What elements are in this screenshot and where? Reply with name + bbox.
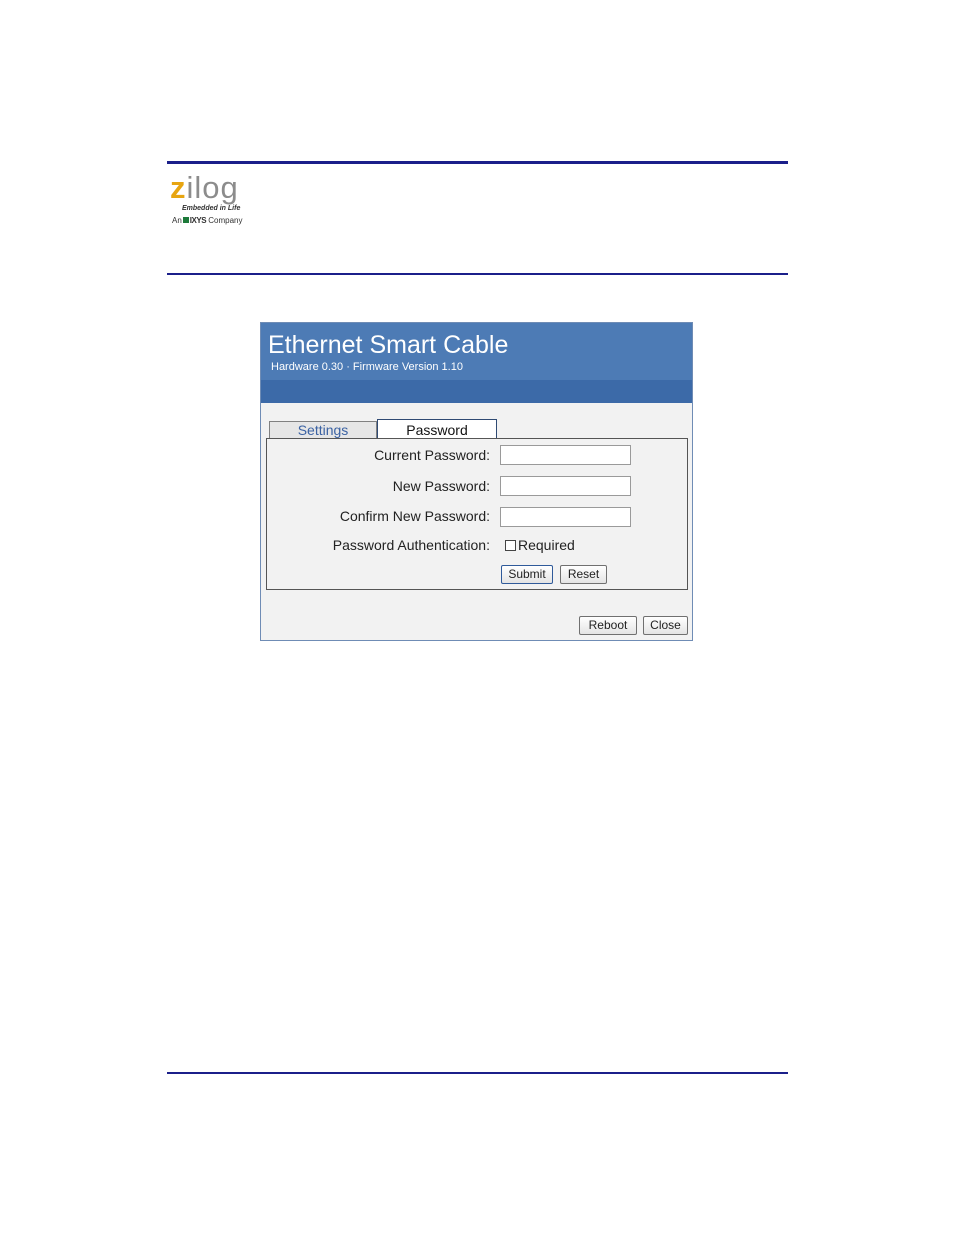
reboot-button[interactable]: Reboot <box>579 616 637 635</box>
ixys-mark-icon <box>182 217 189 223</box>
new-password-input[interactable] <box>500 476 631 496</box>
required-checkbox[interactable] <box>505 540 516 551</box>
logo-tagline: Embedded in Life <box>182 205 241 212</box>
top-rule <box>167 161 788 164</box>
current-password-input[interactable] <box>500 445 631 465</box>
header-bar <box>261 380 692 403</box>
window-header: Ethernet Smart Cable Hardware 0.30 · Fir… <box>261 323 692 380</box>
new-password-label: New Password: <box>392 478 490 494</box>
current-password-label: Current Password: <box>374 447 490 463</box>
close-button[interactable]: Close <box>643 616 688 635</box>
submit-button[interactable]: Submit <box>501 565 553 584</box>
confirm-password-label: Confirm New Password: <box>339 508 490 524</box>
window-subtitle: Hardware 0.30 · Firmware Version 1.10 <box>271 361 463 373</box>
reset-button[interactable]: Reset <box>560 565 607 584</box>
confirm-password-input[interactable] <box>500 507 631 527</box>
password-panel: Current Password: New Password: Confirm … <box>266 438 688 590</box>
window-title: Ethernet Smart Cable <box>268 331 509 359</box>
header-rule <box>167 273 788 275</box>
required-checkbox-label[interactable]: Required <box>518 537 575 553</box>
tab-settings[interactable]: Settings <box>269 421 377 438</box>
ethernet-smart-cable-window: Ethernet Smart Cable Hardware 0.30 · Fir… <box>260 322 693 641</box>
footer-rule <box>167 1072 788 1074</box>
tab-password[interactable]: Password <box>377 419 497 439</box>
logo-wordmark: zilog <box>170 170 239 205</box>
logo-company: An IXYS Company <box>172 216 243 225</box>
password-auth-label: Password Authentication: <box>332 537 490 553</box>
zilog-logo: zilog Embedded in Life An IXYS Company <box>170 170 260 233</box>
